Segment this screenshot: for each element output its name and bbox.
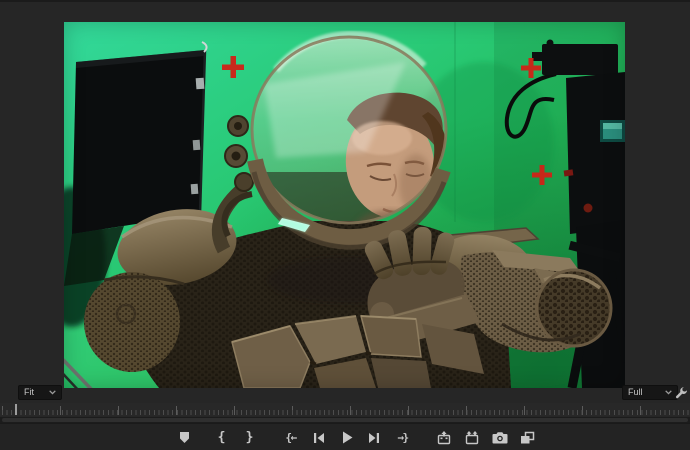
go-to-in-icon: {← (285, 431, 297, 444)
lift-button[interactable] (433, 427, 454, 448)
green-screen-footage (64, 22, 625, 388)
mark-out-icon: } (245, 430, 254, 445)
ruler-minor-ticks (2, 410, 690, 415)
settings-button[interactable] (674, 385, 689, 400)
wrench-icon (675, 387, 687, 399)
step-back-icon (314, 432, 324, 443)
transport-controls: { } {← →} (174, 427, 538, 448)
comparison-view-button[interactable] (517, 427, 538, 448)
export-frame-button[interactable] (489, 427, 510, 448)
play-icon (342, 431, 352, 444)
step-forward-button[interactable] (364, 427, 385, 448)
chevron-down-icon (49, 390, 56, 395)
helmet (247, 30, 451, 250)
program-monitor-panel: Fit Full {} {← →} (0, 0, 690, 450)
extract-button[interactable] (461, 427, 482, 448)
go-to-in-button[interactable]: {← (280, 427, 301, 448)
add-marker-button[interactable] (174, 427, 195, 448)
play-button[interactable] (336, 427, 357, 448)
mark-out-button[interactable]: } (239, 427, 260, 448)
step-forward-icon (369, 432, 379, 443)
go-to-out-button[interactable]: →} (392, 427, 413, 448)
playback-resolution-select[interactable]: Full (622, 385, 678, 400)
mark-in-icon: { (217, 430, 226, 445)
chevron-down-icon (665, 390, 672, 395)
lift-icon (437, 430, 450, 444)
go-to-out-icon: →} (397, 431, 409, 444)
playhead-marker[interactable] (15, 404, 17, 415)
mark-in-button[interactable]: { (211, 427, 232, 448)
extract-icon (465, 430, 478, 444)
marker-icon (180, 432, 189, 443)
monitor-scrollbar-thumb[interactable] (2, 418, 688, 422)
program-monitor-video-viewport[interactable] (64, 22, 625, 388)
playback-resolution-value: Full (628, 387, 643, 397)
step-back-button[interactable] (308, 427, 329, 448)
transport-controls-bar: { } {← →} (0, 423, 690, 450)
camera-icon (492, 432, 507, 444)
zoom-level-select[interactable]: Fit (18, 385, 62, 400)
monitor-settings-row: Fit Full (0, 385, 690, 402)
comparison-view-icon (521, 431, 535, 443)
zoom-level-value: Fit (24, 387, 34, 397)
timeline-ruler[interactable] (0, 403, 690, 416)
